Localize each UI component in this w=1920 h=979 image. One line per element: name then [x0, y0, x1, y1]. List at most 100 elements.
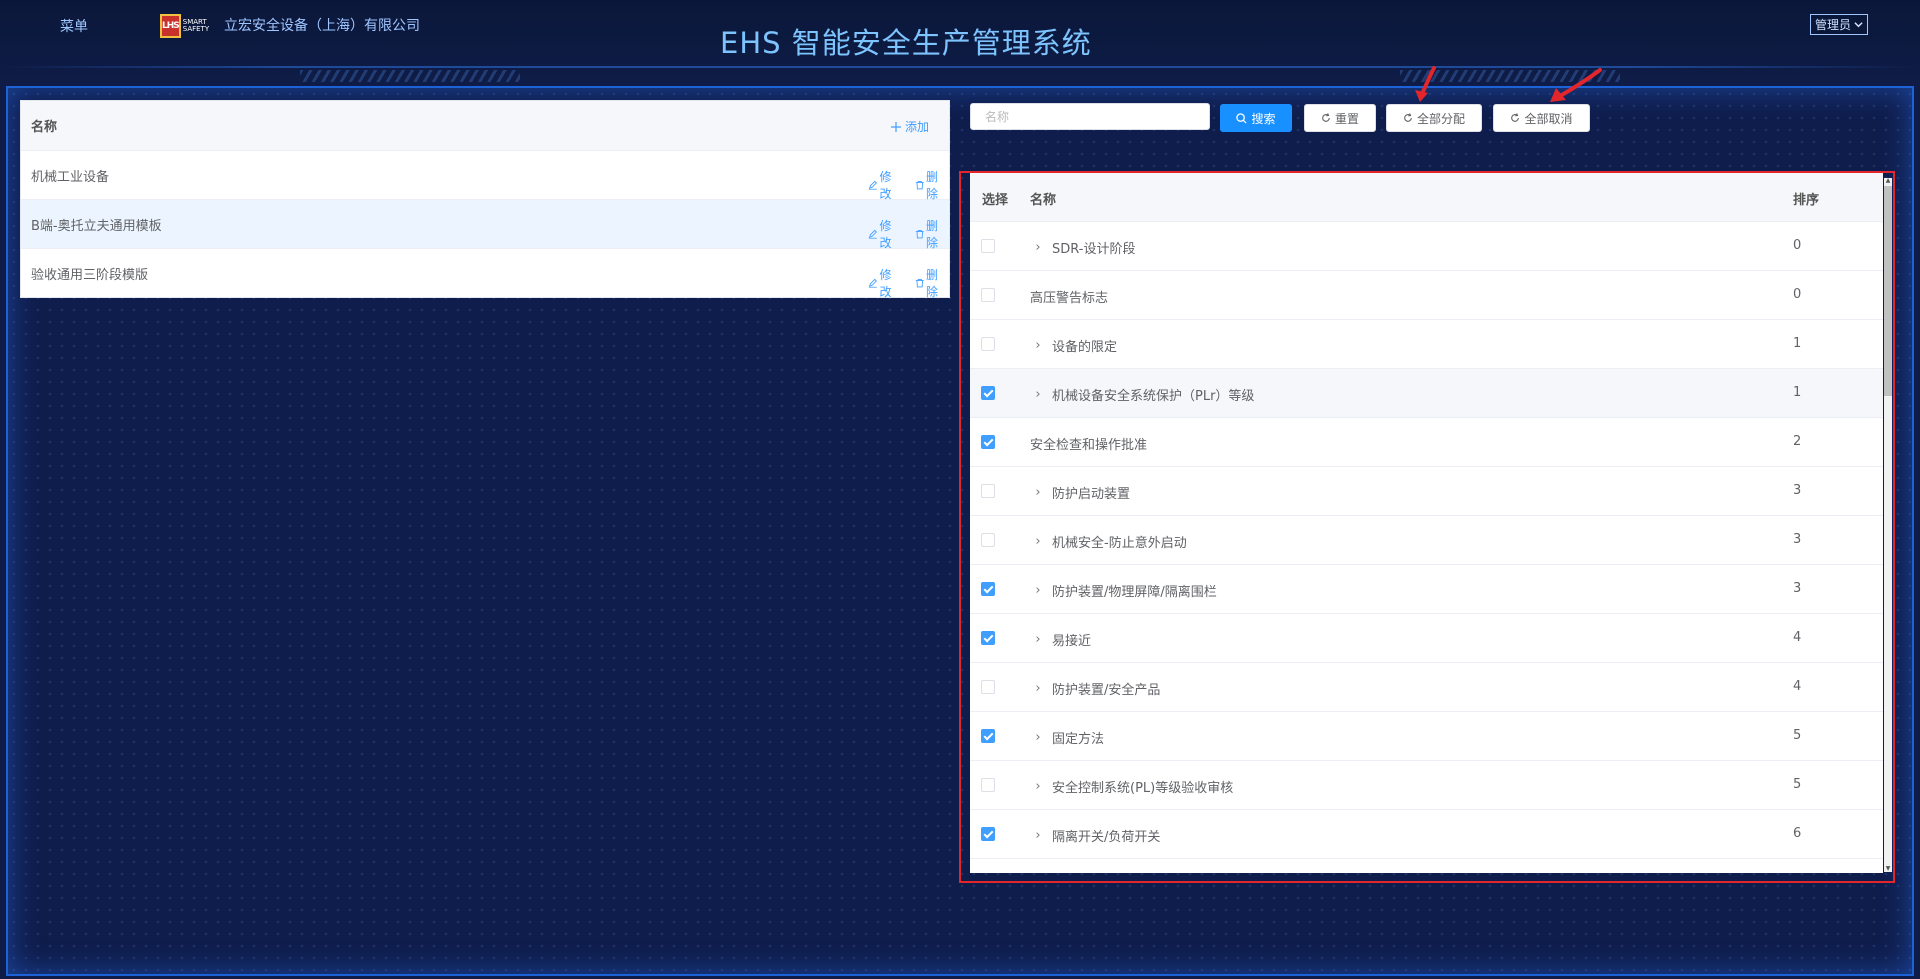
chevron-right-icon[interactable]: ›	[1030, 338, 1046, 353]
safety-item-table-body: › SDR-设计阶段 0 高压警告标志 0 › 设备的限定 1 › 机械设备安全…	[970, 222, 1883, 859]
chevron-right-icon[interactable]: ›	[1030, 681, 1046, 696]
header-divider	[0, 66, 1920, 68]
table-row[interactable]: 高压警告标志 0	[970, 271, 1883, 320]
row-name-cell: › 易接近	[1030, 630, 1091, 649]
chevron-right-icon[interactable]: ›	[1030, 387, 1046, 402]
safety-item-table: 选择 名称 排序 › SDR-设计阶段 0 高压警告标志 0 › 设备的限定 1…	[970, 173, 1883, 873]
search-button[interactable]: 搜索	[1220, 104, 1292, 132]
row-actions: 修改 删除	[868, 217, 949, 251]
table-row[interactable]: › 易接近 4	[970, 614, 1883, 663]
assign-all-label: 全部分配	[1416, 111, 1465, 126]
delete-template-button[interactable]: 删除	[915, 168, 950, 202]
table-row[interactable]: › 机械安全-防止意外启动 3	[970, 516, 1883, 565]
trash-icon	[915, 229, 924, 239]
row-name-cell: › 安全控制系统(PL)等级验收审核	[1030, 777, 1233, 796]
row-select-checkbox[interactable]	[981, 288, 995, 302]
edit-label: 修改	[879, 219, 892, 250]
item-name: 高压警告标志	[1030, 291, 1109, 306]
delete-label: 删除	[926, 268, 939, 299]
item-name: 机械安全-防止意外启动	[1052, 536, 1187, 551]
column-header-name: 名称	[31, 120, 58, 135]
chevron-right-icon[interactable]: ›	[1030, 828, 1046, 843]
table-row[interactable]: › SDR-设计阶段 0	[970, 222, 1883, 271]
chevron-right-icon[interactable]: ›	[1030, 632, 1046, 647]
table-row[interactable]: › 安全控制系统(PL)等级验收审核 5	[970, 761, 1883, 810]
item-name: 设备的限定	[1052, 340, 1118, 355]
template-list-header: 名称 添加	[21, 101, 949, 151]
logo-tagline: SMART SAFETY	[182, 18, 210, 33]
item-sort: 3	[1793, 483, 1802, 498]
item-sort: 5	[1793, 728, 1802, 743]
row-select-checkbox[interactable]	[981, 778, 995, 792]
table-row[interactable]: › 防护装置/物理屏障/隔离围栏 3	[970, 565, 1883, 614]
scrollbar-thumb[interactable]	[1884, 186, 1892, 396]
row-select-checkbox[interactable]	[981, 729, 995, 743]
chevron-right-icon[interactable]: ›	[1030, 485, 1046, 500]
template-row[interactable]: 机械工业设备 修改 删除	[21, 151, 949, 202]
system-title: EHS 智能安全生产管理系统	[720, 26, 1092, 60]
item-sort: 6	[1793, 826, 1802, 841]
table-row[interactable]: › 设备的限定 1	[970, 320, 1883, 369]
add-template-button[interactable]: 添加	[891, 118, 929, 135]
column-header-sort[interactable]: 排序	[1793, 189, 1819, 208]
row-select-checkbox[interactable]	[981, 337, 995, 351]
template-name: 验收通用三阶段模版	[31, 268, 149, 283]
edit-template-button[interactable]: 修改	[868, 168, 903, 202]
logo-badge: LHS	[160, 14, 181, 38]
table-scrollbar[interactable]: ▲ ▼	[1884, 178, 1892, 872]
header-decoration-left	[300, 70, 520, 82]
user-role-dropdown[interactable]: 管理员	[1810, 14, 1869, 35]
row-select-checkbox[interactable]	[981, 631, 995, 645]
delete-label: 删除	[926, 219, 939, 250]
row-select-checkbox[interactable]	[981, 680, 995, 694]
cancel-all-button[interactable]: 全部取消	[1493, 104, 1590, 132]
item-sort: 0	[1793, 238, 1802, 253]
item-name: 安全检查和操作批准	[1030, 438, 1148, 453]
table-row[interactable]: › 防护装置/安全产品 4	[970, 663, 1883, 712]
row-name-cell: 高压警告标志	[1030, 287, 1108, 306]
edit-icon	[868, 278, 877, 288]
delete-label: 删除	[926, 170, 939, 201]
table-row[interactable]: › 隔离开关/负荷开关 6	[970, 810, 1883, 859]
row-select-checkbox[interactable]	[981, 533, 995, 547]
scroll-up-icon[interactable]: ▲	[1884, 178, 1892, 184]
trash-icon	[915, 278, 924, 288]
template-row[interactable]: B端-奥托立夫通用模板 修改 删除	[21, 200, 949, 251]
edit-template-button[interactable]: 修改	[868, 217, 903, 251]
template-row[interactable]: 验收通用三阶段模版 修改 删除	[21, 249, 949, 300]
delete-template-button[interactable]: 删除	[915, 217, 950, 251]
row-actions: 修改 删除	[868, 266, 949, 300]
trash-icon	[915, 180, 924, 190]
scroll-down-icon[interactable]: ▼	[1884, 866, 1892, 872]
table-row[interactable]: 安全检查和操作批准 2	[970, 418, 1883, 467]
row-select-checkbox[interactable]	[981, 435, 995, 449]
chevron-right-icon[interactable]: ›	[1030, 534, 1046, 549]
row-select-checkbox[interactable]	[981, 827, 995, 841]
delete-template-button[interactable]: 删除	[915, 266, 950, 300]
table-row[interactable]: › 机械设备安全系统保护（PLr）等级 1	[970, 369, 1883, 418]
table-row[interactable]: › 固定方法 5	[970, 712, 1883, 761]
edit-template-button[interactable]: 修改	[868, 266, 903, 300]
column-header-name: 名称	[1030, 193, 1057, 208]
row-select-checkbox[interactable]	[981, 386, 995, 400]
refresh-icon	[1404, 113, 1412, 122]
chevron-down-icon	[1854, 22, 1863, 28]
row-select-checkbox[interactable]	[981, 239, 995, 253]
chevron-right-icon[interactable]: ›	[1030, 779, 1046, 794]
assign-all-button[interactable]: 全部分配	[1386, 104, 1482, 132]
row-name-cell: › 隔离开关/负荷开关	[1030, 826, 1160, 845]
chevron-right-icon[interactable]: ›	[1030, 730, 1046, 745]
chevron-right-icon[interactable]: ›	[1030, 583, 1046, 598]
item-name: 防护装置/安全产品	[1052, 683, 1161, 698]
menu-link[interactable]: 菜单	[60, 16, 88, 36]
name-search-input[interactable]	[970, 103, 1210, 130]
chevron-right-icon[interactable]: ›	[1030, 240, 1046, 255]
table-row[interactable]: › 防护启动装置 3	[970, 467, 1883, 516]
row-actions: 修改 删除	[868, 168, 949, 202]
add-label: 添加	[905, 120, 930, 134]
item-name: 固定方法	[1052, 732, 1105, 747]
row-select-checkbox[interactable]	[981, 484, 995, 498]
reset-button[interactable]: 重置	[1304, 104, 1376, 132]
row-select-checkbox[interactable]	[981, 582, 995, 596]
item-name: 防护装置/物理屏障/隔离围栏	[1052, 585, 1217, 600]
